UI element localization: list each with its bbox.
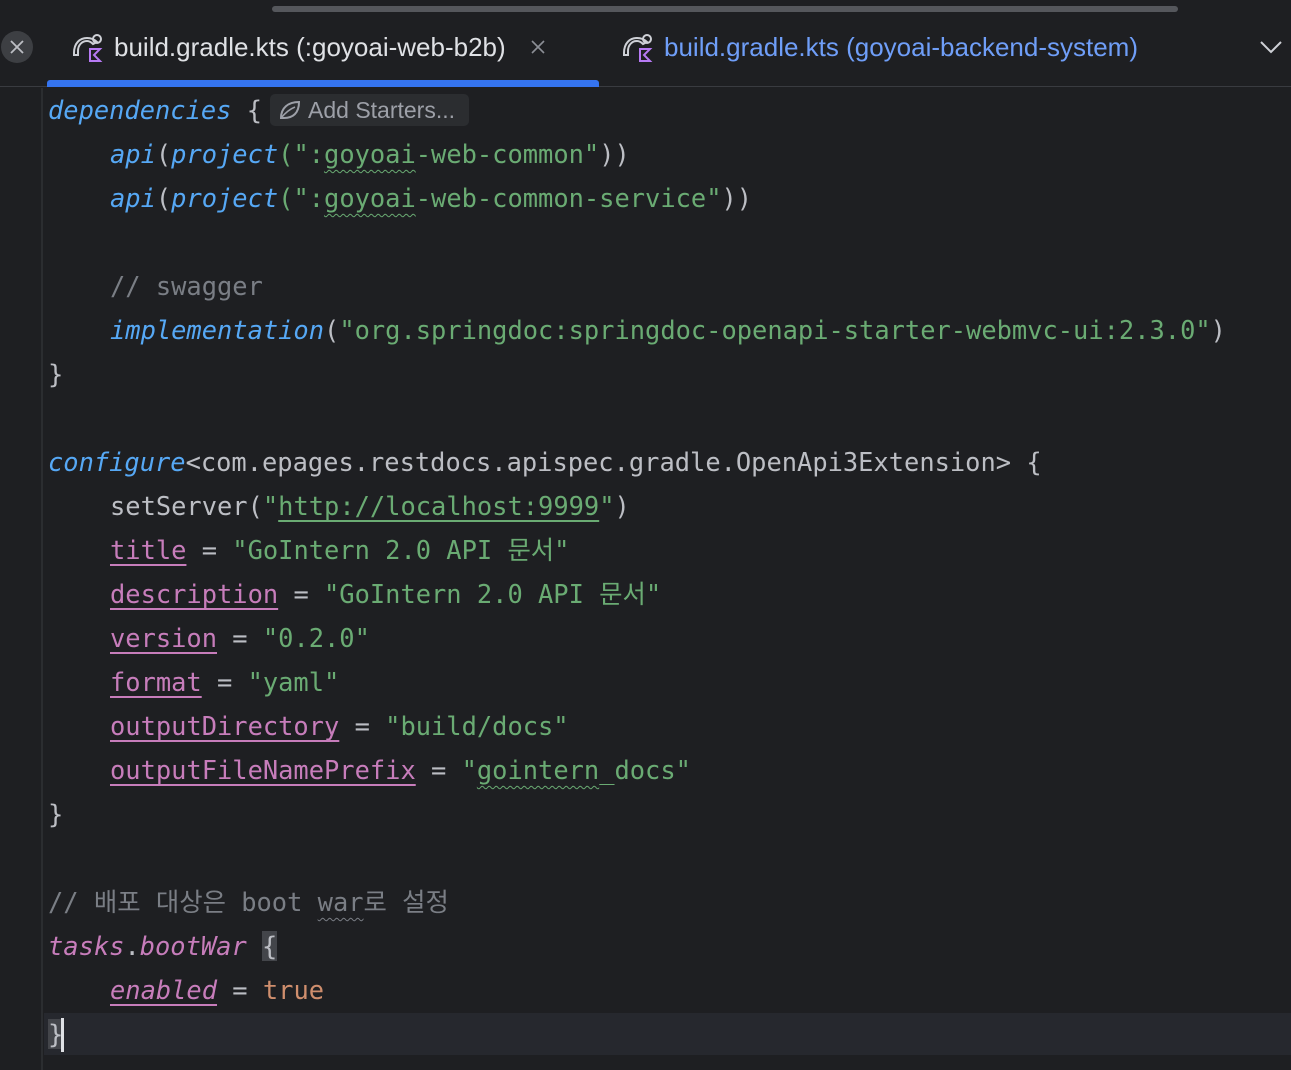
- chevron-down-icon[interactable]: [1256, 34, 1286, 60]
- property: description: [110, 579, 279, 609]
- string: _docs": [599, 755, 691, 785]
- punct: (: [155, 183, 172, 213]
- property: enabled: [110, 975, 218, 1005]
- string: "org.springdoc:springdoc-openapi-starter…: [339, 315, 1211, 345]
- active-tab-indicator: [47, 80, 599, 87]
- function-call: configure: [48, 447, 186, 477]
- code-line: api(project(":goyoai-web-common-service"…: [110, 176, 752, 220]
- punct: (: [155, 139, 172, 169]
- string: "build/docs": [385, 711, 569, 741]
- code-line: }: [48, 359, 64, 389]
- boolean-literal: true: [262, 975, 325, 1005]
- operator: =: [186, 535, 233, 565]
- code-comment: // swagger: [110, 271, 263, 301]
- string: ": [599, 491, 615, 521]
- spring-leaf-icon: [278, 99, 302, 121]
- string: -web-common": [415, 139, 600, 169]
- punct: ): [614, 491, 630, 521]
- code-line: title = "GoIntern 2.0 API 문서": [110, 528, 569, 572]
- gradle-kotlin-icon: [70, 29, 106, 65]
- string: "GoIntern 2.0 API 문서": [232, 535, 570, 565]
- property: version: [110, 623, 218, 653]
- operator: =: [217, 623, 263, 653]
- code-line: }: [48, 799, 64, 829]
- property: format: [110, 667, 202, 697]
- punct: (: [324, 315, 340, 345]
- tab-label: build.gradle.kts (goyoai-backend-system): [664, 31, 1138, 62]
- code-line: configure<com.epages.restdocs.apispec.gr…: [48, 440, 1042, 484]
- typo-string: goyoai: [324, 139, 416, 169]
- code-comment: // 배포 대상은 boot war로 설정: [48, 880, 449, 924]
- string: (":: [278, 183, 325, 213]
- operator: =: [339, 711, 386, 741]
- type-argument: <com.epages.restdocs.apispec.gradle.Open…: [185, 447, 1042, 477]
- tab-scrollbar[interactable]: [272, 6, 1178, 12]
- comment-text: // 배포 대상은 boot: [48, 887, 318, 917]
- typo-comment: war: [317, 887, 364, 917]
- function-call: setServer(: [110, 491, 263, 521]
- function-call: project: [171, 139, 279, 169]
- keyword: dependencies: [48, 95, 232, 125]
- gutter: [41, 88, 43, 1070]
- editor-tab-bar: build.gradle.kts (:goyoai-web-b2b) build…: [0, 0, 1291, 87]
- punct: .: [124, 931, 140, 961]
- brace: {: [231, 95, 263, 125]
- code-line: implementation("org.springdoc:springdoc-…: [110, 308, 1226, 352]
- gradle-kotlin-icon: [620, 29, 656, 65]
- code-line: outputDirectory = "build/docs": [110, 704, 569, 748]
- punct: )): [721, 183, 753, 213]
- code-line: version = "0.2.0": [110, 616, 370, 660]
- url-link[interactable]: http://localhost:9999: [278, 491, 599, 521]
- string: ": [262, 491, 279, 521]
- matched-brace: {: [262, 931, 278, 961]
- tab-build-gradle-b2b[interactable]: build.gradle.kts (:goyoai-web-b2b): [70, 22, 546, 72]
- string: "GoIntern 2.0 API 문서": [324, 579, 662, 609]
- close-tab-icon[interactable]: [530, 39, 546, 55]
- code-line: dependencies {: [48, 88, 262, 132]
- operator: =: [201, 667, 248, 697]
- code-line: outputFileNamePrefix = "gointern_docs": [110, 748, 691, 792]
- add-starters-button[interactable]: Add Starters...: [270, 94, 470, 126]
- typo-string: goyoai: [324, 183, 416, 213]
- code-editor[interactable]: dependencies { Add Starters... api(proje…: [0, 88, 1291, 1070]
- tab-label: build.gradle.kts (:goyoai-web-b2b): [114, 31, 506, 62]
- operator: =: [217, 975, 263, 1005]
- add-starters-label: Add Starters...: [308, 96, 456, 123]
- property: outputFileNamePrefix: [110, 755, 416, 785]
- string: -web-common-service": [415, 183, 722, 213]
- function-call: project: [171, 183, 279, 213]
- code-line: tasks.bootWar {: [48, 924, 278, 968]
- close-all-icon[interactable]: [1, 31, 33, 63]
- code-line: setServer("http://localhost:9999"): [110, 484, 630, 528]
- operator: =: [415, 755, 462, 785]
- operator: =: [278, 579, 325, 609]
- typo-string: gointern: [476, 755, 600, 785]
- code-line: enabled = true: [110, 968, 324, 1012]
- string: "yaml": [247, 667, 340, 697]
- current-line-highlight: [44, 1013, 1291, 1055]
- string: (":: [278, 139, 325, 169]
- tab-build-gradle-backend-system[interactable]: build.gradle.kts (goyoai-backend-system): [620, 22, 1138, 72]
- punct: ): [1210, 315, 1226, 345]
- string: "0.2.0": [262, 623, 370, 653]
- property: tasks: [48, 931, 125, 961]
- string: ": [461, 755, 477, 785]
- code-line: description = "GoIntern 2.0 API 문서": [110, 572, 661, 616]
- text-caret: [61, 1018, 64, 1052]
- function-call: implementation: [110, 315, 325, 345]
- property: bootWar: [139, 931, 247, 961]
- property: title: [110, 535, 187, 565]
- comment-text: 로 설정: [363, 887, 449, 917]
- code-line: api(project(":goyoai-web-common")): [110, 132, 630, 176]
- function-call: api: [110, 183, 156, 213]
- punct: )): [599, 139, 630, 169]
- property: outputDirectory: [110, 711, 340, 741]
- code-line: format = "yaml": [110, 660, 339, 704]
- function-call: api: [110, 139, 156, 169]
